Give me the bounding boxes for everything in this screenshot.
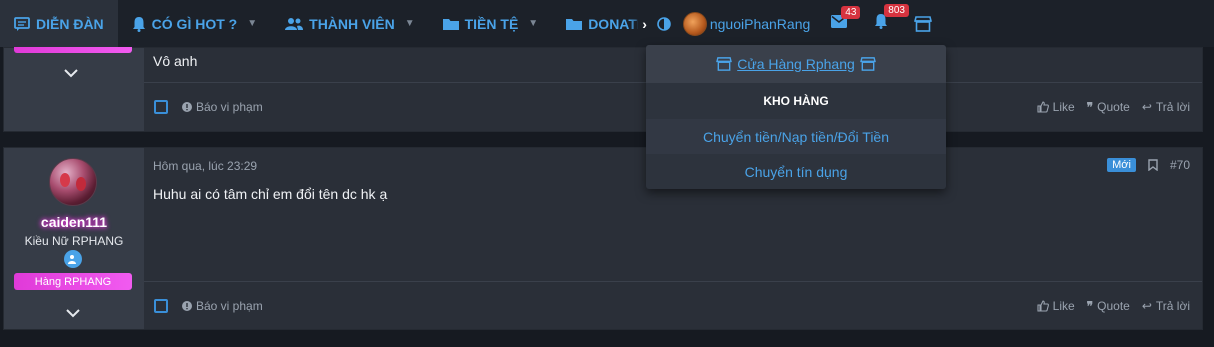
post-footer: Báo vi phạm Like ❞ Quote ↩ Trả lời — [144, 281, 1202, 330]
user-title: Kiều Nữ RPHANG — [24, 234, 124, 248]
store-icon — [716, 57, 733, 71]
contrast-icon — [657, 16, 671, 31]
user-menu[interactable]: nguoiPhanRang — [682, 0, 811, 47]
chevron-down-icon[interactable]: ▼ — [405, 18, 415, 29]
reply-label: Trả lời — [1155, 100, 1190, 114]
nav-forums[interactable]: DIỄN ĐÀN — [0, 0, 118, 47]
report-link[interactable]: Báo vi phạm — [182, 299, 263, 313]
reply-button[interactable]: ↩ Trả lời — [1142, 299, 1190, 313]
user-badge-icon — [64, 250, 82, 268]
reply-label: Trả lời — [1155, 299, 1190, 313]
chevron-down-icon[interactable] — [66, 305, 80, 323]
nav-scroll-right[interactable]: › — [638, 0, 651, 47]
nav-members[interactable]: THÀNH VIÊN ▼ — [271, 0, 428, 47]
new-badge: Mới — [1107, 158, 1136, 172]
quote-button[interactable]: ❞ Quote — [1087, 100, 1130, 114]
post-actions: Like ❞ Quote ↩ Trả lời — [1037, 100, 1190, 114]
dropdown-section-title: KHO HÀNG — [763, 94, 829, 108]
post-username[interactable]: caiden111 — [4, 214, 144, 230]
store-dropdown: Cửa Hàng Rphang KHO HÀNG Chuyển tiền/Nạp… — [646, 45, 946, 189]
rank-badge: Hàng RPHANG — [14, 273, 132, 290]
info-icon — [182, 102, 192, 112]
post-body: Vô anh — [153, 53, 198, 69]
reply-icon: ↩ — [1141, 100, 1152, 114]
avatar — [682, 11, 707, 36]
post-user-sidebar — [4, 43, 144, 131]
nav-donate-label: DONATE — [588, 15, 638, 32]
quote-label: Quote — [1097, 299, 1130, 313]
username-label: nguoiPhanRang — [709, 15, 811, 32]
quote-button[interactable]: ❞ Quote — [1087, 299, 1130, 313]
bell-icon — [132, 16, 145, 32]
nav-members-label: THÀNH VIÊN — [309, 15, 395, 32]
post-number[interactable]: #70 — [1170, 158, 1190, 172]
info-icon — [182, 301, 192, 311]
nav-hot[interactable]: CÓ GÌ HOT ? ▼ — [118, 0, 271, 47]
bookmark-icon[interactable] — [1148, 159, 1158, 171]
avatar[interactable] — [49, 158, 97, 206]
chevron-down-icon[interactable]: ▼ — [528, 18, 538, 29]
reply-button[interactable]: ↩ Trả lời — [1142, 100, 1190, 114]
alerts-button[interactable]: 803 — [860, 0, 909, 47]
store-icon — [914, 15, 933, 32]
like-button[interactable]: Like — [1037, 299, 1075, 313]
store-link[interactable]: Cửa Hàng Rphang — [646, 45, 946, 83]
nav-donate[interactable]: DONATE — [552, 0, 638, 47]
post-card: Vô anh Báo vi phạm Like ❞ Quote ↩ Trả lời — [3, 43, 1203, 132]
quote-icon: ❞ — [1086, 299, 1094, 313]
reply-icon: ↩ — [1141, 299, 1152, 313]
thumbs-up-icon — [1037, 101, 1049, 113]
report-label: Báo vi phạm — [196, 100, 263, 114]
post-card: caiden111 Kiều Nữ RPHANG Hàng RPHANG Hôm… — [3, 147, 1203, 330]
chevron-down-icon[interactable] — [64, 65, 78, 81]
theme-toggle[interactable] — [651, 0, 683, 47]
menu-item-credit[interactable]: Chuyển tín dụng — [646, 154, 946, 189]
quote-label: Quote — [1097, 100, 1130, 114]
like-button[interactable]: Like — [1037, 100, 1075, 114]
post-meta: Mới #70 — [1107, 158, 1190, 172]
thumbs-up-icon — [1037, 300, 1049, 312]
like-label: Like — [1052, 299, 1075, 313]
post-timestamp[interactable]: Hôm qua, lúc 23:29 — [153, 159, 257, 173]
select-checkbox[interactable] — [154, 100, 168, 114]
post-user-sidebar: caiden111 Kiều Nữ RPHANG Hàng RPHANG — [4, 148, 144, 329]
folder-icon — [442, 18, 459, 30]
nav-currency-label: TIỀN TỆ — [464, 15, 519, 32]
messages-count-badge: 43 — [841, 5, 861, 19]
like-label: Like — [1052, 100, 1075, 114]
forum-icon — [14, 16, 30, 31]
users-icon — [285, 17, 304, 30]
menu-item-transfer[interactable]: Chuyển tiền/Nạp tiền/Đổi Tiền — [646, 119, 946, 154]
report-label: Báo vi phạm — [196, 299, 263, 313]
chevron-down-icon[interactable]: ▼ — [247, 18, 257, 29]
chevron-right-icon: › — [642, 15, 647, 32]
post-actions: Like ❞ Quote ↩ Trả lời — [1037, 299, 1190, 313]
report-link[interactable]: Báo vi phạm — [182, 100, 263, 114]
post-body: Huhu ai có tâm chỉ em đổi tên dc hk ạ — [153, 186, 388, 202]
top-navbar: DIỄN ĐÀN CÓ GÌ HOT ? ▼ THÀNH VIÊN ▼ TIỀN… — [0, 0, 1214, 47]
store-icon — [859, 57, 876, 71]
quote-icon: ❞ — [1086, 100, 1094, 114]
nav-currency[interactable]: TIỀN TỆ ▼ — [429, 0, 553, 47]
select-checkbox[interactable] — [154, 299, 168, 313]
messages-button[interactable]: 43 — [818, 0, 861, 47]
nav-forums-label: DIỄN ĐÀN — [36, 15, 104, 32]
store-button[interactable] — [902, 0, 944, 47]
nav-hot-label: CÓ GÌ HOT ? — [151, 15, 238, 32]
folder-icon — [566, 18, 583, 30]
store-link-label: Cửa Hàng Rphang — [737, 56, 855, 72]
